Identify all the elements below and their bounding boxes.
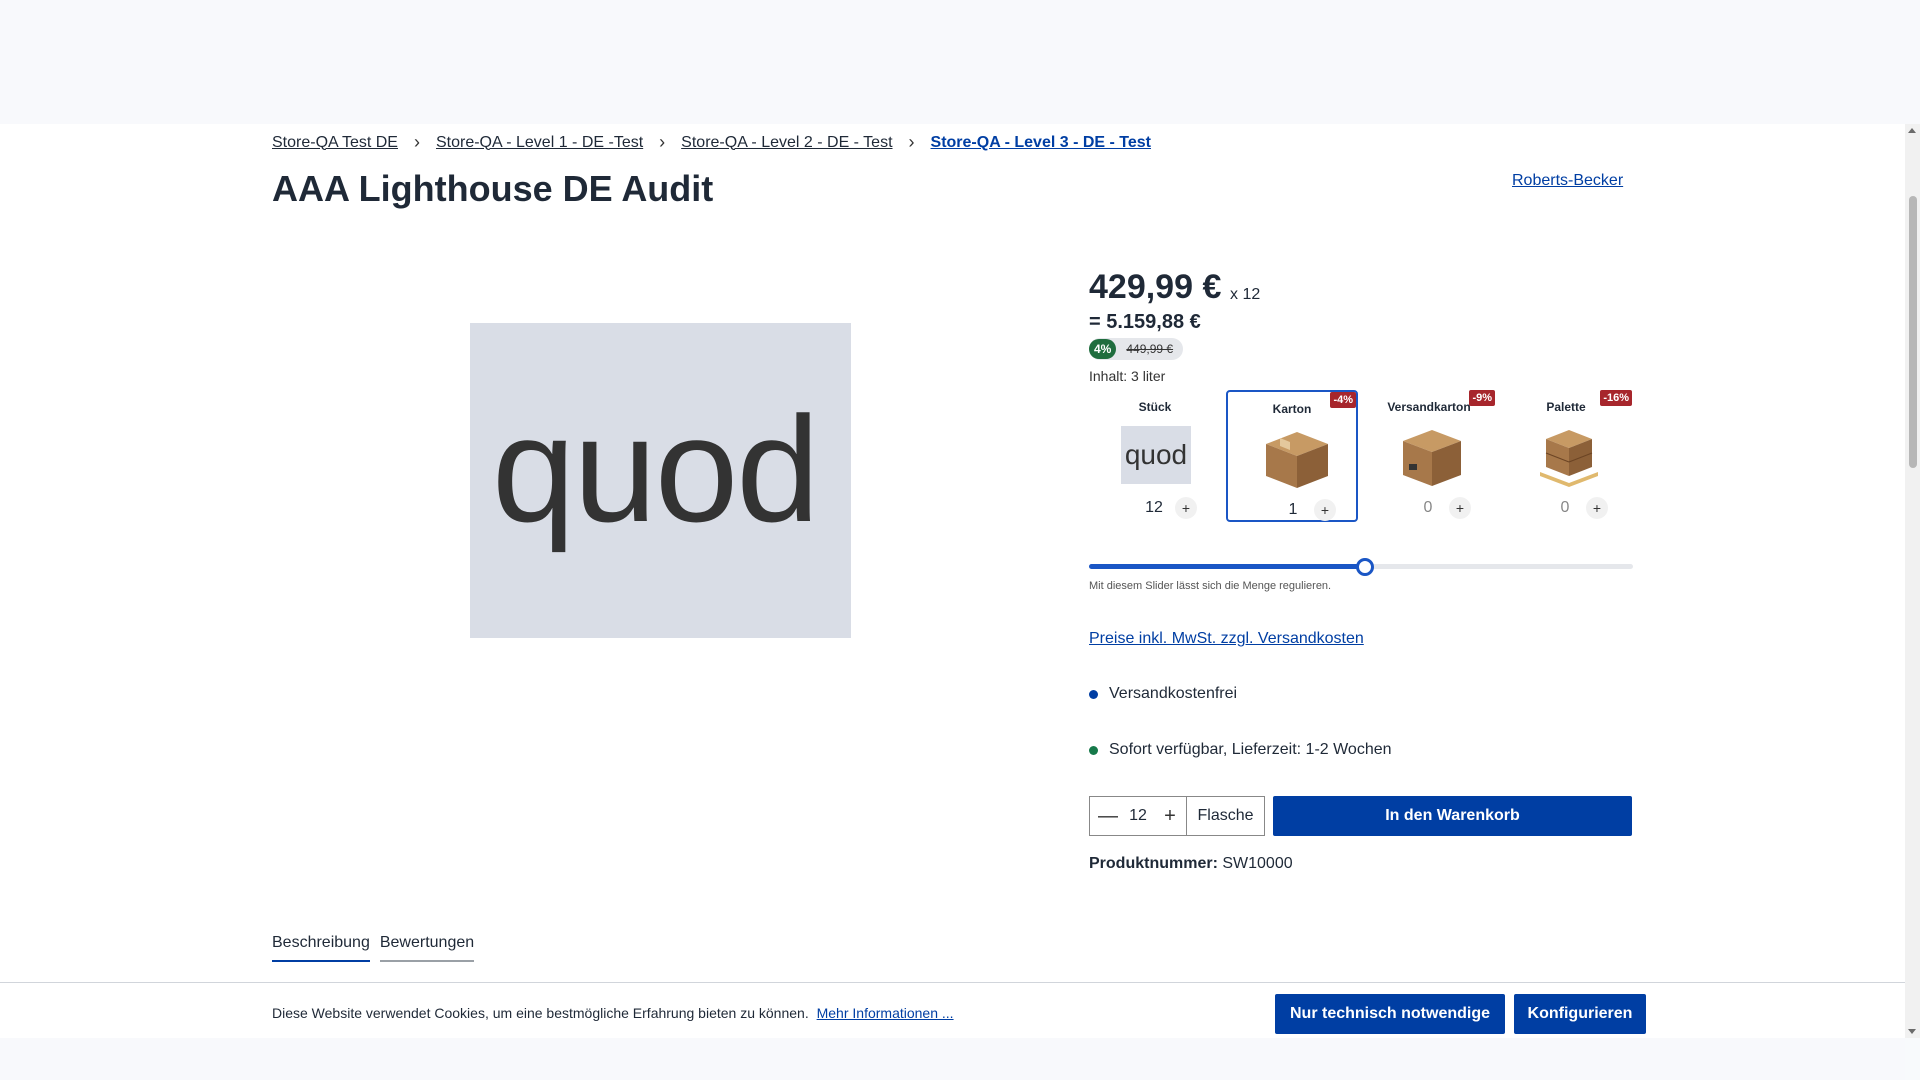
quantity-slider[interactable] [1089, 558, 1633, 578]
slider-handle[interactable] [1355, 558, 1374, 576]
scroll-down-icon[interactable] [1908, 1029, 1916, 1034]
pack-discount-badge: -16% [1600, 390, 1632, 406]
old-price: 449,99 € [1126, 342, 1174, 356]
product-page: Store-QA Test DE › Store-QA - Level 1 - … [0, 124, 1905, 982]
tab-description[interactable]: Beschreibung [272, 934, 370, 962]
pack-discount-badge: -4% [1330, 392, 1356, 408]
discount-badge: 4% [1089, 339, 1117, 359]
breadcrumb: Store-QA Test DE › Store-QA - Level 1 - … [272, 132, 1151, 153]
product-image-text: quod [492, 385, 820, 553]
cookie-necessary-only-button[interactable]: Nur technisch notwendige [1275, 994, 1505, 1034]
unit-price: 429,99 € [1089, 268, 1222, 306]
bottle-thumbnail: quod [1121, 426, 1191, 484]
increase-button[interactable]: + [1162, 805, 1178, 828]
page-scrollbar[interactable] [1905, 124, 1920, 1038]
pack-discount-badge: -9% [1469, 390, 1495, 406]
pack-plus-button[interactable]: + [1449, 497, 1471, 519]
scrollbar-thumb[interactable] [1909, 196, 1917, 468]
delivery-text: Sofort verfügbar, Lieferzeit: 1-2 Wochen [1109, 741, 1392, 758]
scroll-up-icon[interactable] [1908, 128, 1916, 133]
pack-quantity: 1 [1288, 501, 1298, 518]
pallet-icon [1540, 430, 1598, 487]
cookie-notice: Diese Website verwendet Cookies, um eine… [272, 1005, 954, 1021]
pack-option-versandkarton[interactable]: Versandkarton -9% 0 + [1363, 390, 1495, 522]
discount-info: 4% 449,99 € [1089, 338, 1184, 360]
pack-option-palette[interactable]: Palette -16% 0 + [1500, 390, 1632, 522]
quantity-stepper: — 12 + [1089, 796, 1187, 836]
product-number-label: Produktnummer: [1089, 855, 1218, 872]
breadcrumb-item-store-qa[interactable]: Store-QA Test DE [272, 134, 398, 152]
pack-quantity: 0 [1560, 499, 1570, 516]
bottom-area [0, 1038, 1905, 1080]
delivery-info-shipping: Versandkostenfrei [1089, 685, 1237, 703]
pack-option-karton[interactable]: Karton -4% 1 + [1226, 390, 1358, 522]
top-header-area [0, 0, 1920, 124]
total-price: = 5.159,88 € [1089, 311, 1201, 333]
product-image[interactable]: quod [470, 323, 851, 638]
pack-plus-button[interactable]: + [1586, 497, 1608, 519]
quantity-input[interactable]: 12 [1129, 807, 1147, 825]
pack-option-stueck[interactable]: Stück quod 12 + [1089, 390, 1221, 522]
product-tabs: Beschreibung Bewertungen [272, 934, 484, 962]
delivery-info-availability: Sofort verfügbar, Lieferzeit: 1-2 Wochen [1089, 741, 1392, 759]
breadcrumb-item-level-3[interactable]: Store-QA - Level 3 - DE - Test [931, 134, 1151, 152]
pack-plus-button[interactable]: + [1175, 497, 1197, 519]
pack-plus-button[interactable]: + [1314, 499, 1336, 521]
delivery-text: Versandkostenfrei [1109, 685, 1238, 702]
pack-quantity: 0 [1423, 499, 1433, 516]
cookie-banner: Diese Website verwendet Cookies, um eine… [0, 982, 1905, 1038]
content-info: Inhalt: 3 liter [1089, 368, 1166, 384]
page-title: AAA Lighthouse DE Audit [272, 168, 714, 209]
cookie-more-info-link[interactable]: Mehr Informationen ... [817, 1005, 954, 1021]
product-number: Produktnummer: SW10000 [1089, 855, 1293, 873]
cookie-configure-button[interactable]: Konfigurieren [1514, 994, 1646, 1034]
box-icon [1266, 432, 1328, 488]
price-multiplier: x 12 [1230, 286, 1261, 303]
shipping-box-icon [1403, 430, 1461, 486]
cookie-text: Diese Website verwendet Cookies, um eine… [272, 1005, 809, 1021]
status-dot-icon [1089, 689, 1098, 699]
breadcrumb-item-level-1[interactable]: Store-QA - Level 1 - DE -Test [436, 134, 643, 152]
pack-selector: Stück quod 12 + Karton -4% 1 + Versandka… [1089, 390, 1633, 522]
unit-label: Flasche [1186, 796, 1265, 836]
pack-quantity: 12 [1145, 499, 1163, 516]
pack-name: Stück [1138, 400, 1172, 414]
manufacturer-link[interactable]: Roberts-Becker [1512, 172, 1623, 190]
chevron-right-icon: › [413, 132, 420, 152]
chevron-right-icon: › [659, 132, 666, 152]
product-number-value: SW10000 [1222, 855, 1293, 872]
breadcrumb-item-level-2[interactable]: Store-QA - Level 2 - DE - Test [681, 134, 892, 152]
add-to-cart-button[interactable]: In den Warenkorb [1273, 796, 1632, 836]
decrease-button[interactable]: — [1098, 805, 1118, 828]
slider-hint: Mit diesem Slider lässt sich die Menge r… [1089, 580, 1332, 592]
tax-shipping-link[interactable]: Preise inkl. MwSt. zzgl. Versandkosten [1089, 630, 1364, 648]
chevron-right-icon: › [908, 132, 915, 152]
slider-fill [1089, 564, 1365, 569]
tab-reviews[interactable]: Bewertungen [379, 934, 475, 962]
status-dot-icon [1089, 745, 1098, 755]
